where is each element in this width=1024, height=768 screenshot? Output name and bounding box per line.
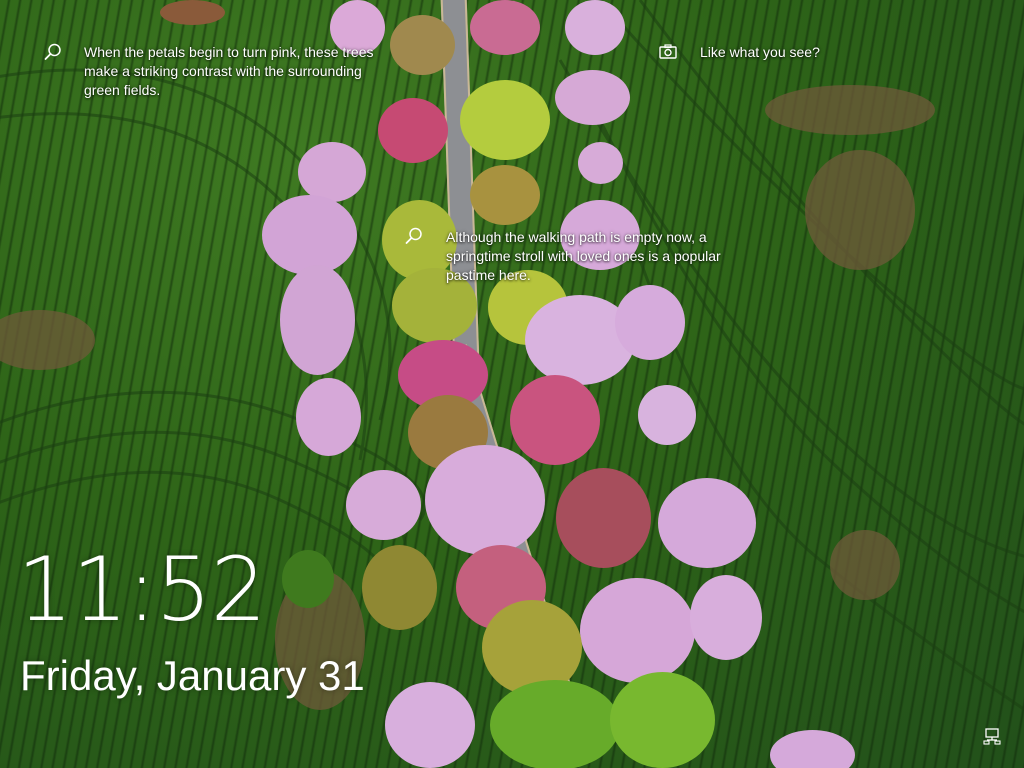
blossom-tree bbox=[470, 0, 540, 55]
search-icon bbox=[405, 227, 422, 244]
blossom-tree bbox=[565, 0, 625, 55]
blossom-tree bbox=[160, 0, 225, 25]
blossom-tree bbox=[658, 478, 756, 568]
spotlight-like-text: Like what you see? bbox=[700, 44, 820, 60]
blossom-tree bbox=[578, 142, 623, 184]
blossom-tree bbox=[555, 70, 630, 125]
blossom-tree bbox=[510, 375, 600, 465]
blossom-tree bbox=[690, 575, 762, 660]
blossom-tree bbox=[390, 15, 455, 75]
blossom-tree bbox=[460, 80, 550, 160]
lock-screen-time: 11:52 bbox=[17, 538, 267, 641]
blossom-tree bbox=[262, 195, 357, 275]
lock-screen-background: When the petals begin to turn pink, thes… bbox=[0, 0, 1024, 768]
blossom-tree bbox=[580, 578, 695, 683]
blossom-tree bbox=[470, 165, 540, 225]
spotlight-hint-text: When the petals begin to turn pink, thes… bbox=[84, 44, 374, 98]
blossom-tree bbox=[638, 385, 696, 445]
lock-screen-date: Friday, January 31 bbox=[20, 652, 365, 699]
blossom-tree bbox=[615, 285, 685, 360]
blossom-tree bbox=[556, 468, 651, 568]
spotlight-hint-text: Although the walking path is empty now, … bbox=[446, 229, 721, 283]
blossom-tree bbox=[610, 672, 715, 768]
blossom-tree bbox=[362, 545, 437, 630]
blossom-tree bbox=[425, 445, 545, 555]
blossom-tree bbox=[378, 98, 448, 163]
blossom-tree bbox=[346, 470, 421, 540]
blossom-tree bbox=[282, 550, 334, 608]
camera-icon bbox=[659, 44, 677, 59]
network-icon[interactable] bbox=[982, 726, 1002, 746]
blossom-tree bbox=[280, 265, 355, 375]
blossom-tree bbox=[296, 378, 361, 456]
blossom-tree bbox=[385, 682, 475, 768]
search-icon bbox=[44, 43, 61, 60]
blossom-tree bbox=[298, 142, 366, 202]
blossom-tree bbox=[490, 680, 620, 768]
